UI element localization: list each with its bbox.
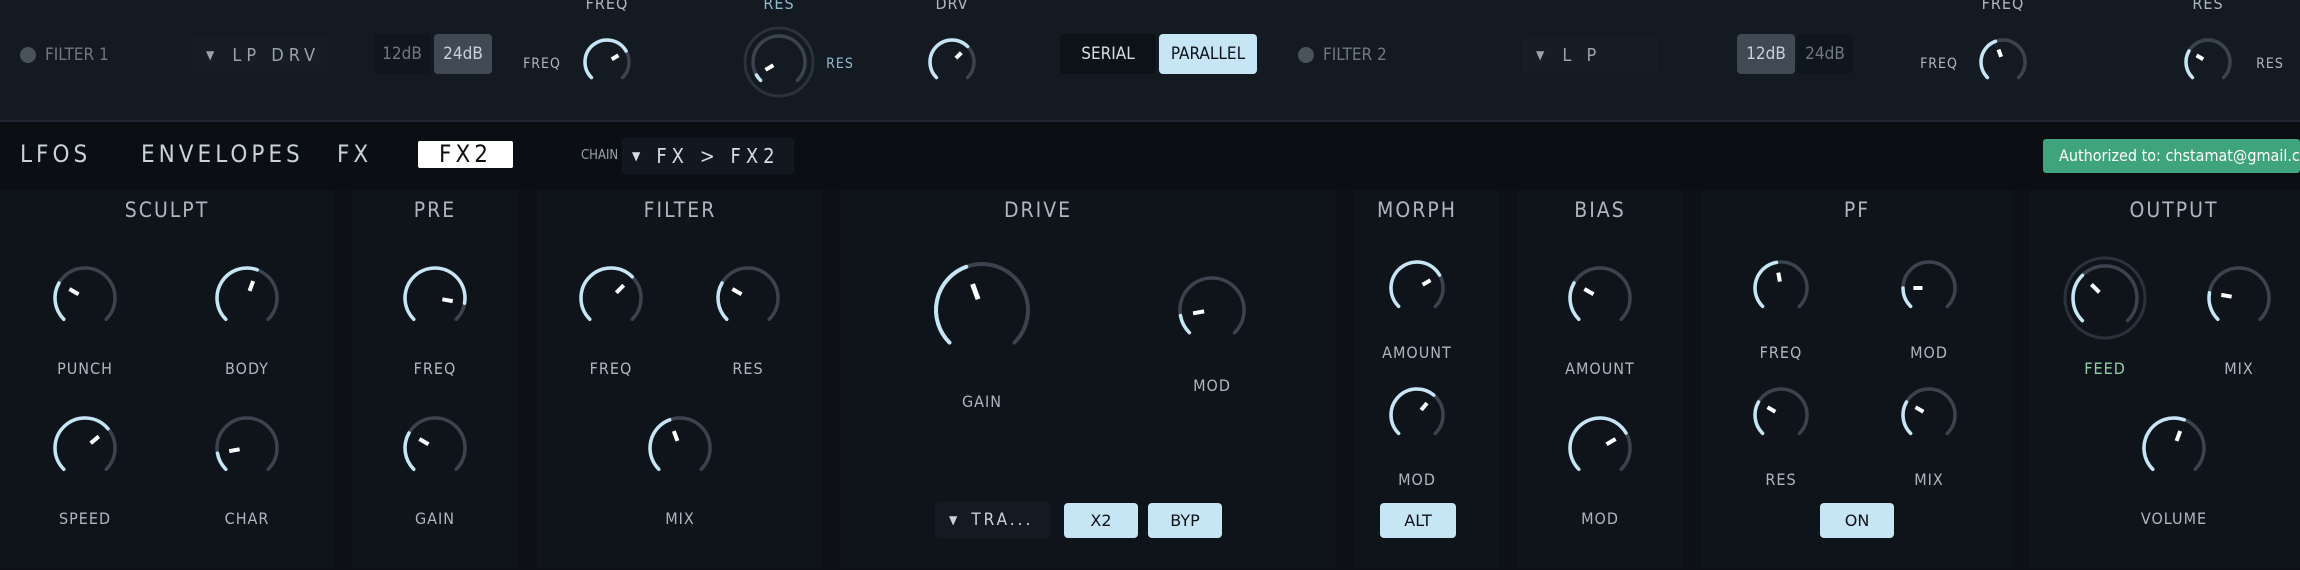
tab-envelopes[interactable]: ENVELOPES xyxy=(141,140,304,168)
filter1-toggle-icon[interactable] xyxy=(20,47,36,63)
output-volume-knob[interactable] xyxy=(2132,406,2216,490)
chevron-down-icon: ▼ xyxy=(949,513,958,527)
sculpt-panel xyxy=(0,190,333,568)
char-knob[interactable] xyxy=(205,406,289,490)
pre-gain-label: GAIN xyxy=(414,509,456,528)
pf-title: PF xyxy=(1843,198,1871,222)
pf-freq-label: FREQ xyxy=(1759,343,1803,362)
chevron-down-icon: ▼ xyxy=(1536,48,1545,62)
drive-title: DRIVE xyxy=(1003,198,1073,222)
body-knob[interactable] xyxy=(205,256,289,340)
pre-freq-label: FREQ xyxy=(413,359,457,378)
filter1-res-knob[interactable] xyxy=(741,24,817,100)
pf-mix-label: MIX xyxy=(1914,470,1944,489)
drive-x2-button[interactable]: X2 xyxy=(1064,503,1138,538)
speed-knob[interactable] xyxy=(43,406,127,490)
drive-mod-label: MOD xyxy=(1193,376,1231,395)
pf-mod-knob[interactable] xyxy=(1891,250,1967,326)
filter-freq-label: FREQ xyxy=(589,359,633,378)
char-label: CHAR xyxy=(224,509,270,528)
chain-value: FX > FX2 xyxy=(656,144,780,168)
filter2-type-value: L P xyxy=(1562,44,1602,66)
auth-badge: Authorized to: chstamat@gmail.com xyxy=(2043,139,2300,173)
filter-mix-knob[interactable] xyxy=(638,406,722,490)
filter2-freq-knob[interactable] xyxy=(1969,28,2037,96)
drive-mode-dropdown[interactable]: ▼ TRA... xyxy=(935,502,1051,538)
bias-title: BIAS xyxy=(1574,198,1626,222)
drive-gain-label: GAIN xyxy=(961,392,1003,411)
drive-bypass-button[interactable]: BYP xyxy=(1148,503,1222,538)
filter1-res-label: RES xyxy=(826,56,854,72)
pre-title: PRE xyxy=(413,198,457,222)
filter2-freq-label: FREQ xyxy=(1920,56,1958,72)
filter2-res-knob[interactable] xyxy=(2174,28,2242,96)
filter-res-label: RES xyxy=(732,359,764,378)
output-feed-label: FEED xyxy=(2084,359,2126,378)
filter2-freq-top-label: FREQ xyxy=(1981,0,2025,13)
chevron-down-icon: ▼ xyxy=(206,48,215,62)
filter2-toggle-label[interactable]: FILTER 2 xyxy=(1323,45,1387,65)
pf-res-knob[interactable] xyxy=(1743,377,1819,453)
output-mix-knob[interactable] xyxy=(2197,256,2281,340)
pf-mod-label: MOD xyxy=(1910,343,1948,362)
pf-freq-knob[interactable] xyxy=(1743,250,1819,326)
output-feed-knob[interactable] xyxy=(2061,254,2149,342)
filter-mix-label: MIX xyxy=(665,509,695,528)
tab-fx[interactable]: FX xyxy=(337,140,372,168)
output-mix-label: MIX xyxy=(2224,359,2254,378)
speed-label: SPEED xyxy=(58,509,112,528)
filter2-slope-12db[interactable]: 12dB xyxy=(1737,34,1795,74)
filter1-slope-12db[interactable]: 12dB xyxy=(374,34,430,74)
punch-label: PUNCH xyxy=(57,359,113,378)
morph-amount-knob[interactable] xyxy=(1379,250,1455,326)
filter1-toggle-label[interactable]: FILTER 1 xyxy=(45,45,109,65)
chain-label: CHAIN xyxy=(581,148,619,163)
filter2-toggle-icon[interactable] xyxy=(1298,47,1314,63)
filter2-slope-24db[interactable]: 24dB xyxy=(1797,34,1853,74)
filter1-freq-top-label: FREQ xyxy=(585,0,629,13)
filter1-drv-top-label: DRV xyxy=(935,0,969,13)
filter1-freq-label: FREQ xyxy=(523,56,561,72)
chevron-down-icon: ▼ xyxy=(632,149,641,163)
morph-mod-label: MOD xyxy=(1398,470,1436,489)
morph-alt-button[interactable]: ALT xyxy=(1380,503,1456,538)
body-label: BODY xyxy=(225,359,269,378)
routing-serial-button[interactable]: SERIAL xyxy=(1060,34,1156,74)
drive-gain-knob[interactable] xyxy=(924,252,1040,368)
filter-res-knob[interactable] xyxy=(706,256,790,340)
pf-on-button[interactable]: ON xyxy=(1820,503,1894,538)
filter2-res-label: RES xyxy=(2256,56,2284,72)
morph-amount-label: AMOUNT xyxy=(1382,343,1452,362)
pf-res-label: RES xyxy=(1765,470,1797,489)
bias-amount-label: AMOUNT xyxy=(1565,359,1635,378)
bias-amount-knob[interactable] xyxy=(1558,256,1642,340)
tab-lfos[interactable]: LFOS xyxy=(20,140,91,168)
filter1-res-top-label: RES xyxy=(763,0,795,13)
morph-mod-knob[interactable] xyxy=(1379,377,1455,453)
filter1-drv-knob[interactable] xyxy=(918,28,986,96)
punch-knob[interactable] xyxy=(43,256,127,340)
filter2-type-dropdown[interactable]: ▼ L P xyxy=(1522,38,1658,72)
pf-mix-knob[interactable] xyxy=(1891,377,1967,453)
drive-mode-value: TRA... xyxy=(971,510,1034,530)
bias-mod-knob[interactable] xyxy=(1558,406,1642,490)
output-title: OUTPUT xyxy=(2129,198,2219,222)
sculpt-title: SCULPT xyxy=(124,198,210,222)
filter1-type-value: LP DRV xyxy=(232,44,321,66)
filter-freq-knob[interactable] xyxy=(569,256,653,340)
routing-parallel-button[interactable]: PARALLEL xyxy=(1159,34,1257,74)
filter1-freq-knob[interactable] xyxy=(573,28,641,96)
drive-mod-knob[interactable] xyxy=(1168,266,1256,354)
chain-dropdown[interactable]: ▼ FX > FX2 xyxy=(622,138,794,174)
pre-freq-knob[interactable] xyxy=(393,256,477,340)
filter-title: FILTER xyxy=(643,198,717,222)
output-volume-label: VOLUME xyxy=(2140,509,2208,528)
morph-title: MORPH xyxy=(1377,198,1457,222)
tab-fx2[interactable]: FX2 xyxy=(418,141,513,168)
pre-gain-knob[interactable] xyxy=(393,406,477,490)
filter1-slope-24db[interactable]: 24dB xyxy=(434,34,492,74)
bias-mod-label: MOD xyxy=(1581,509,1619,528)
filter2-res-top-label: RES xyxy=(2192,0,2224,13)
filter1-type-dropdown[interactable]: ▼ LP DRV xyxy=(192,38,328,72)
